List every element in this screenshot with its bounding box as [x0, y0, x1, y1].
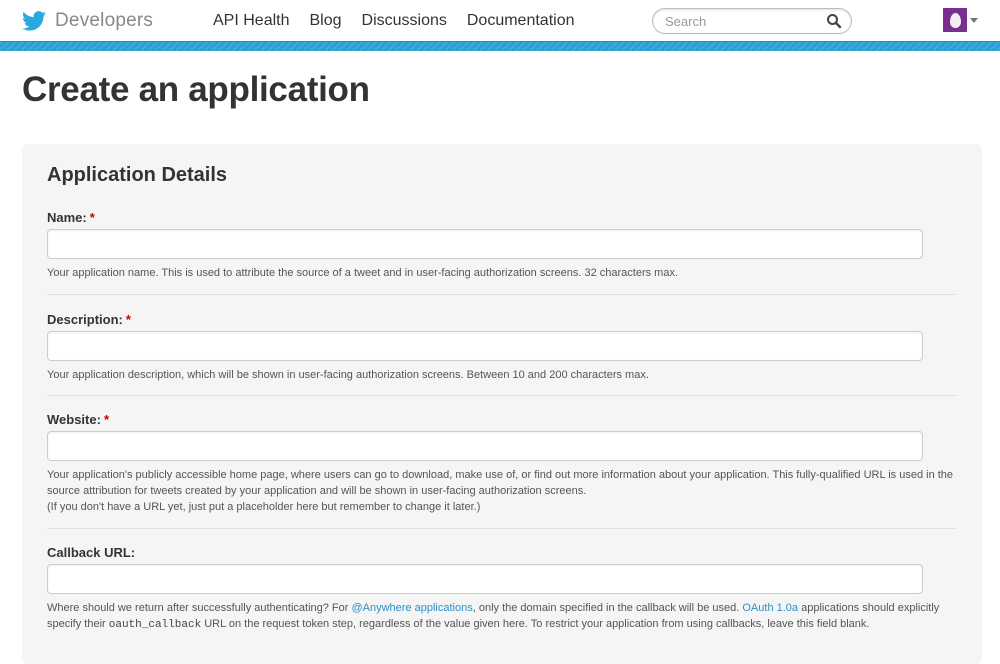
developers-home-link[interactable]: Developers [22, 7, 153, 35]
required-mark: * [125, 312, 131, 327]
section-title: Application Details [47, 164, 228, 186]
divider [47, 395, 957, 396]
name-label: Name: * [47, 210, 95, 225]
oauth-link[interactable]: OAuth 1.0a [742, 602, 798, 614]
description-label: Description: * [47, 312, 131, 327]
nav-blog[interactable]: Blog [309, 12, 341, 30]
brand-name: Developers [55, 10, 154, 31]
website-label: Website: * [47, 412, 109, 427]
search-box [652, 8, 852, 34]
callback-url-help-text: Where should we return after successfull… [47, 602, 940, 631]
anywhere-applications-link[interactable]: @Anywhere applications [351, 602, 472, 614]
header-accent-stripe [0, 41, 1000, 51]
description-field-group: Description: * Your application descripti… [47, 312, 957, 381]
website-input[interactable] [47, 431, 923, 461]
nav-documentation[interactable]: Documentation [467, 12, 575, 30]
required-mark: * [103, 412, 109, 427]
nav-api-health[interactable]: API Health [213, 12, 289, 30]
callback-url-field-group: Callback URL: Where should we return aft… [47, 545, 957, 631]
divider [47, 294, 957, 295]
oauth-callback-code: oauth_callback [108, 619, 202, 631]
callback-url-input[interactable] [47, 564, 923, 594]
nav-discussions[interactable]: Discussions [362, 12, 447, 30]
name-help-text: Your application name. This is used to a… [47, 267, 679, 279]
website-help-line1: Your application's publicly accessible h… [47, 469, 954, 497]
name-field-group: Name: * Your application name. This is us… [47, 210, 957, 279]
top-nav-bar: Developers API Health Blog Discussions D… [0, 0, 1000, 41]
search-icon[interactable] [826, 13, 842, 29]
name-input[interactable] [47, 229, 923, 259]
website-help-line2: (If you don't have a URL yet, just put a… [47, 501, 481, 513]
main-nav: API Health Blog Discussions Documentatio… [213, 0, 595, 41]
description-help-text: Your application description, which will… [47, 369, 649, 381]
twitter-bird-icon [22, 11, 46, 31]
user-avatar[interactable] [943, 8, 967, 32]
page-title: Create an application [22, 70, 370, 109]
required-mark: * [89, 210, 95, 225]
avatar-egg-icon [949, 12, 961, 28]
description-input[interactable] [47, 331, 923, 361]
website-field-group: Website: * Your application's publicly ac… [47, 412, 957, 513]
divider [47, 528, 957, 529]
application-details-panel: Application Details Name: * Your applicat… [22, 144, 982, 664]
chevron-down-icon[interactable] [970, 18, 978, 23]
search-input[interactable] [665, 12, 815, 30]
website-help-text: Your application's publicly accessible h… [47, 467, 957, 515]
callback-url-label: Callback URL: [47, 545, 136, 560]
